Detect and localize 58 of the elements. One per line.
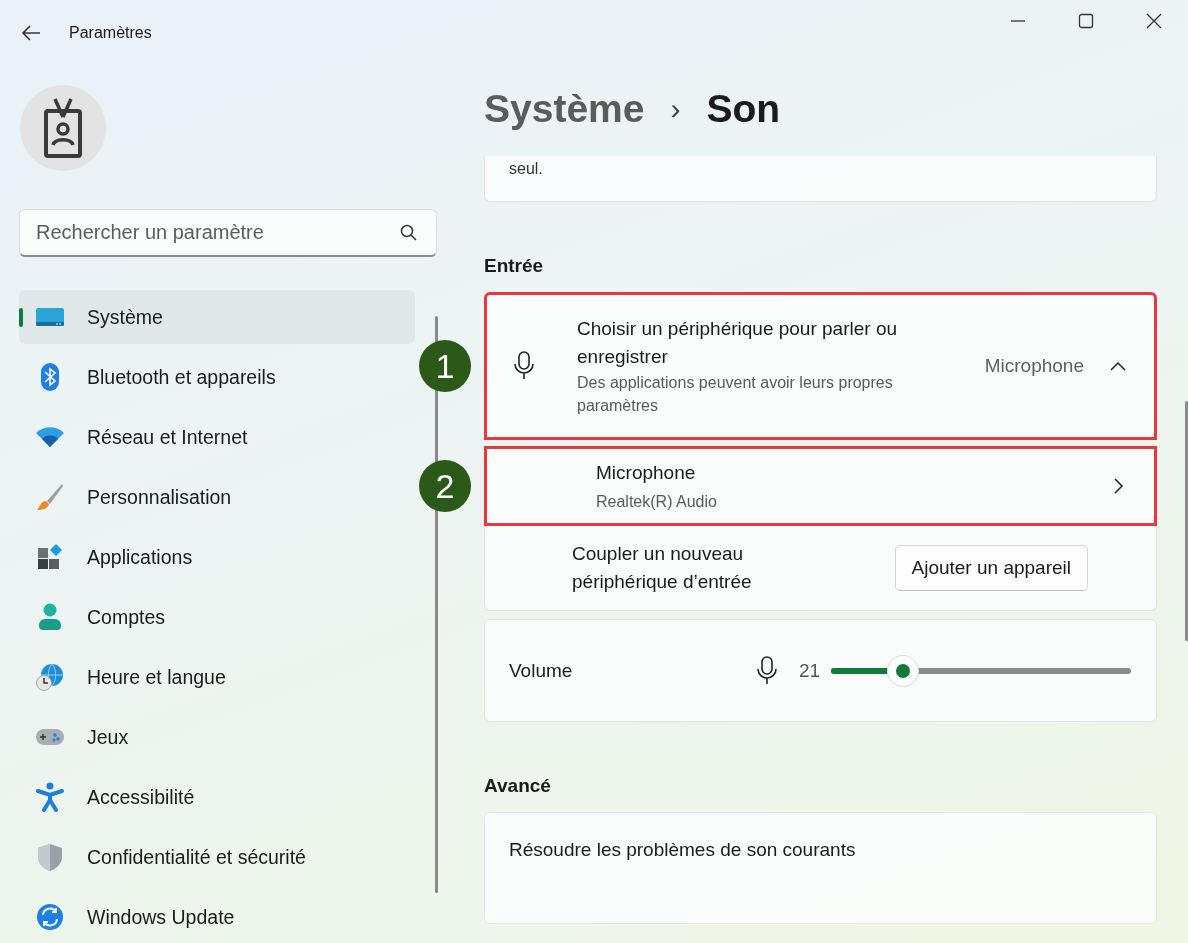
device-name: Microphone <box>596 461 697 484</box>
id-badge-icon <box>43 97 83 159</box>
nav-item[interactable]: Accessibilité <box>19 770 415 824</box>
setting-title: Coupler un nouveau périphérique d’entrée <box>572 542 753 594</box>
nav-item-label: Jeux <box>87 725 129 749</box>
nav-item-label: Heure et langue <box>87 665 226 689</box>
nav-item-label: Applications <box>87 545 193 569</box>
add-device-button[interactable]: Ajouter un appareil <box>894 545 1088 591</box>
nav-item[interactable]: Comptes <box>19 590 415 644</box>
setting-title: Choisir un périphérique pour parler ou enregistrer <box>577 317 899 369</box>
section-heading: Avancé <box>484 775 552 797</box>
nav-item[interactable]: Windows Update <box>19 890 415 943</box>
nav-item[interactable]: Heure et langue <box>19 650 415 704</box>
apps-grid-icon <box>35 542 65 572</box>
nav-item[interactable]: Bluetooth et appareils <box>19 350 415 404</box>
nav-item-label: Confidentialité et sécurité <box>87 845 306 869</box>
nav-item[interactable]: Jeux <box>19 710 415 764</box>
scrollbar[interactable] <box>1185 401 1188 641</box>
device-detail: Realtek(R) Audio <box>596 492 717 511</box>
description-text: seul. <box>509 160 543 177</box>
step-number-badge: 1 <box>419 340 471 392</box>
search-field[interactable]: Rechercher un paramètre <box>19 209 437 257</box>
page-title: Son <box>706 87 781 131</box>
breadcrumb-separator: › <box>670 92 681 126</box>
search-icon <box>400 224 418 242</box>
section-heading: Entrée <box>484 255 545 277</box>
setting-title[interactable]: Résoudre les problèmes de son courants <box>509 839 856 860</box>
paintbrush-icon <box>35 482 65 512</box>
volume-reading: 21 <box>799 659 821 682</box>
nav-item[interactable]: Confidentialité et sécurité <box>19 830 415 884</box>
selected-device-value: Microphone <box>984 355 1084 377</box>
shield-icon <box>35 842 65 872</box>
setting-description: Des applications peuvent avoir leurs propres paramètres <box>577 373 894 416</box>
volume-slider[interactable] <box>831 655 1131 686</box>
window-title: Paramètres <box>69 24 152 42</box>
microphone-icon <box>511 351 537 381</box>
nav-item[interactable]: Système <box>19 290 415 344</box>
nav-item-label: Bluetooth et appareils <box>87 365 276 389</box>
minimize-icon <box>1010 20 1026 22</box>
nav-item[interactable]: Réseau et Internet <box>19 410 415 464</box>
microphone-icon <box>755 654 779 687</box>
volume-label: Volume <box>509 659 573 682</box>
nav-item-label: Windows Update <box>87 905 235 929</box>
breadcrumb-link[interactable]: Système <box>484 87 645 131</box>
nav-item[interactable]: Applications <box>19 530 415 584</box>
nav-item[interactable]: Personnalisation <box>19 470 415 524</box>
nav-item-label: Personnalisation <box>87 485 232 509</box>
nav-item-label: Accessibilité <box>87 785 195 809</box>
nav-item-label: Système <box>87 305 163 329</box>
sync-icon <box>35 902 65 932</box>
maximize-icon <box>1078 13 1094 29</box>
selection-indicator <box>19 308 23 327</box>
nav-item-label: Réseau et Internet <box>87 425 248 449</box>
accessibility-icon <box>35 782 65 812</box>
step-number-badge: 2 <box>419 460 471 512</box>
globe-clock-icon <box>35 662 65 692</box>
nav-item-label: Comptes <box>87 605 166 629</box>
close-icon <box>1146 13 1162 29</box>
